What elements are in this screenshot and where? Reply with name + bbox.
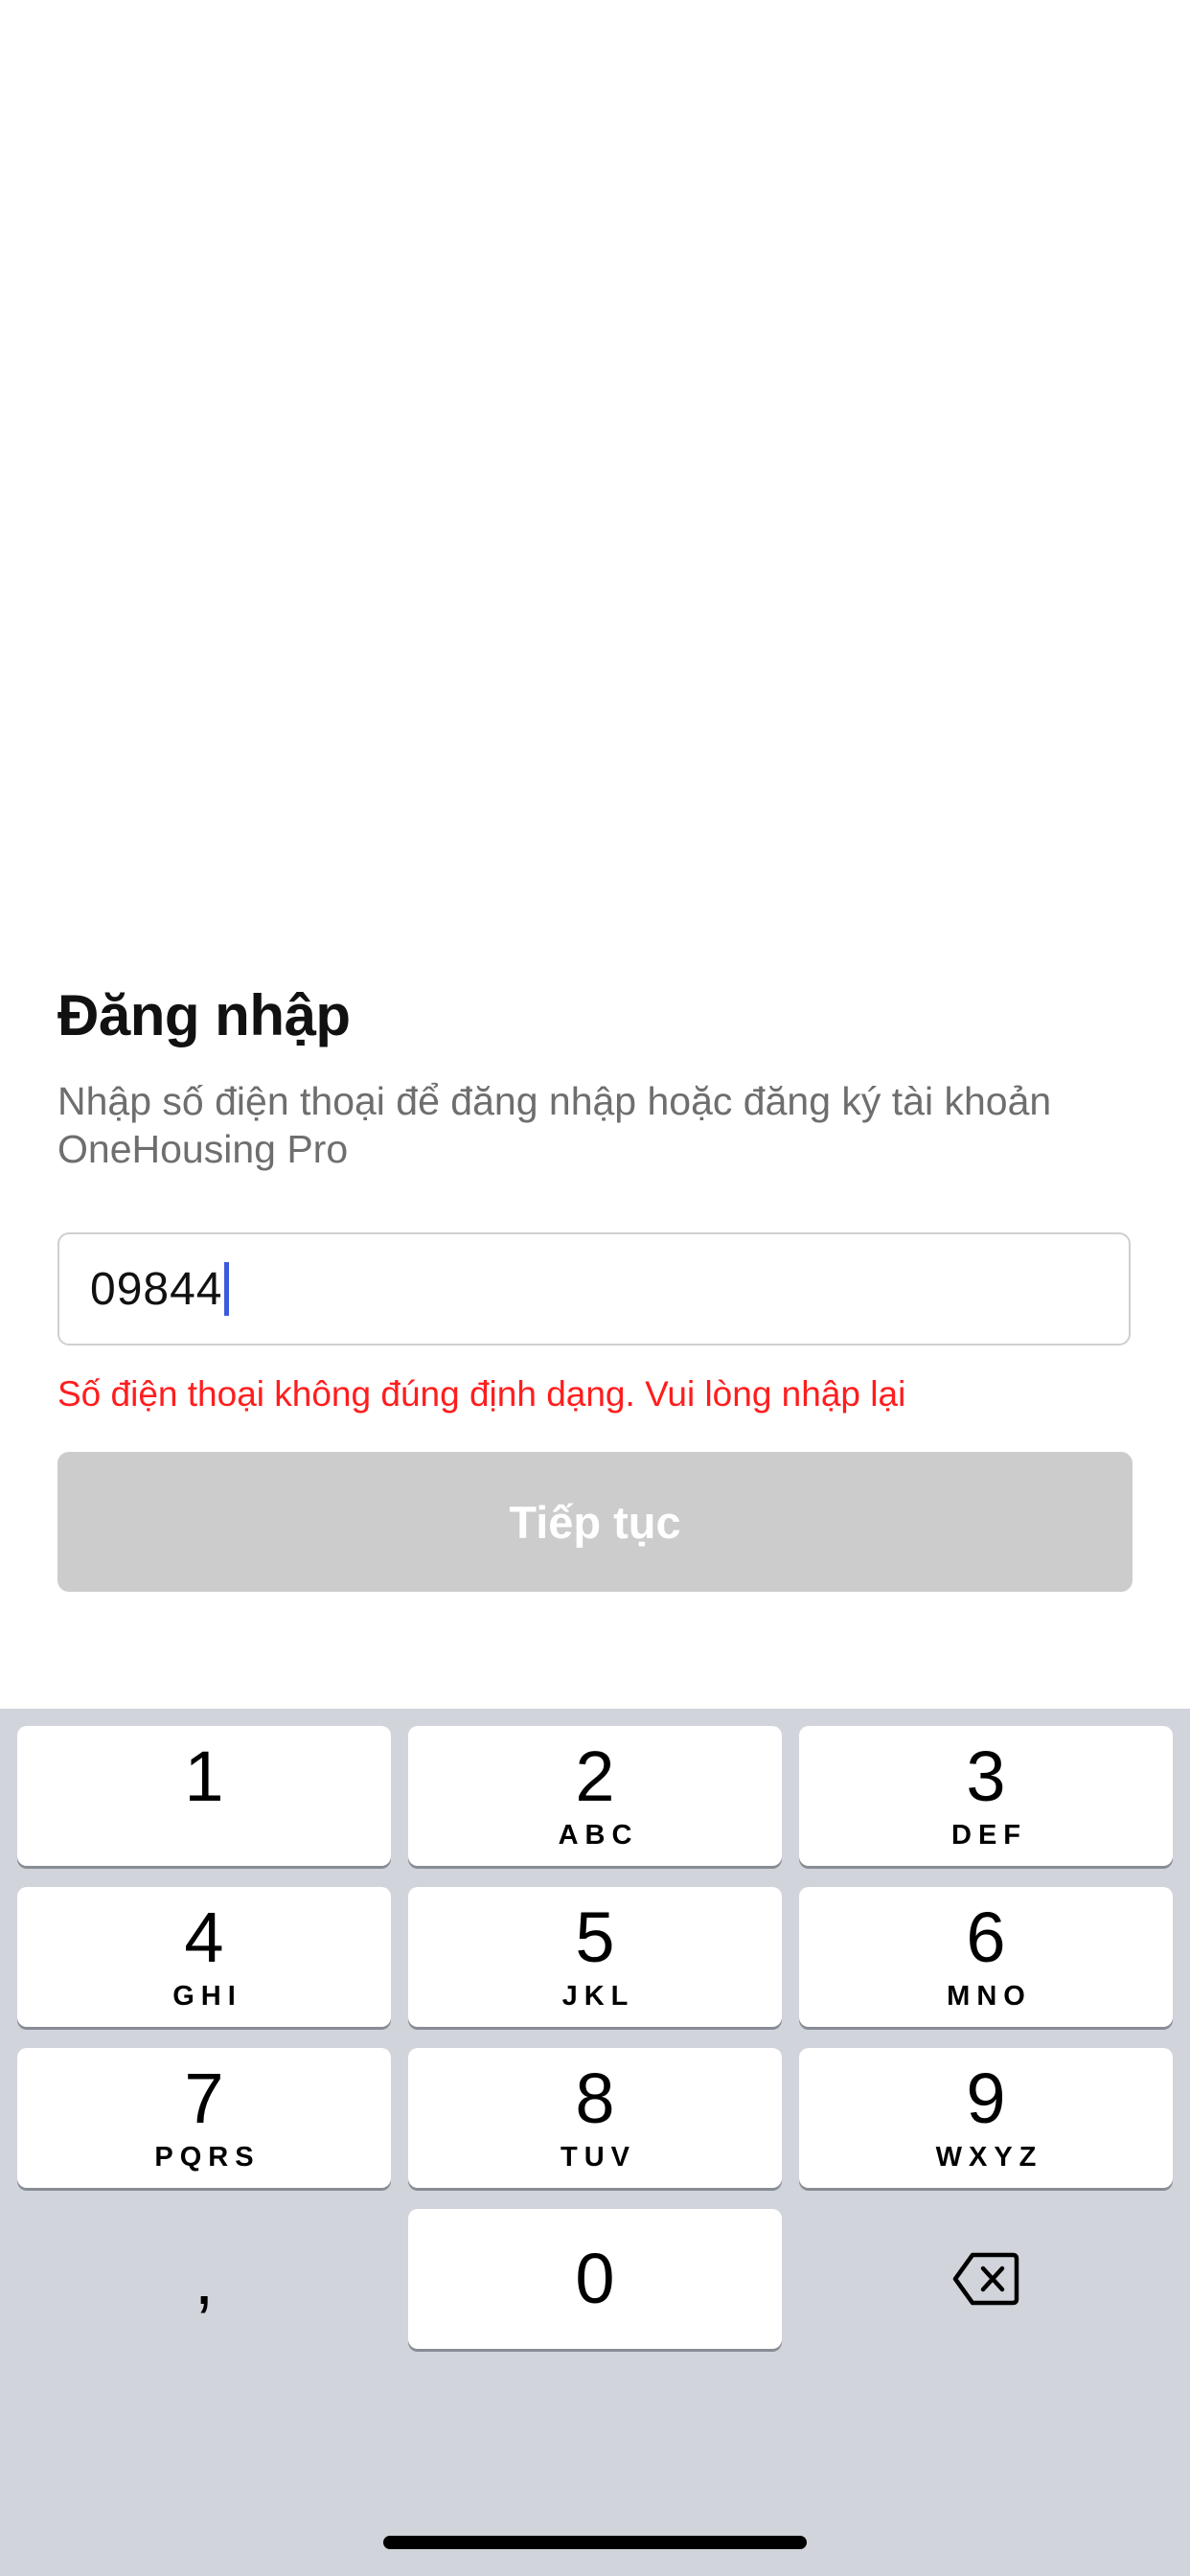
key-digit: 7 [184,2058,224,2138]
key-comma[interactable]: , [17,2209,391,2349]
delete-backspace-icon [952,2252,1019,2306]
key-digit: 9 [966,2058,1006,2138]
key-8[interactable]: 8 TUV [408,2048,782,2188]
key-2[interactable]: 2 ABC [408,1726,782,1866]
key-4[interactable]: 4 GHI [17,1887,391,2027]
phone-number-value: 09844 [90,1263,223,1315]
key-5[interactable]: 5 JKL [408,1887,782,2027]
error-message: Số điện thoại không đúng định dạng. Vui … [57,1374,906,1414]
key-9[interactable]: 9 WXYZ [799,2048,1173,2188]
key-letters: ABC [558,1820,639,1851]
key-letters: DEF [951,1820,1027,1851]
key-6[interactable]: 6 MNO [799,1887,1173,2027]
key-letters: WXYZ [935,2142,1043,2173]
key-digit: 8 [575,2058,615,2138]
key-digit: 5 [575,1898,615,1977]
delete-key[interactable] [799,2209,1173,2349]
key-digit: 4 [184,1898,224,1977]
key-letters: PQRS [154,2142,261,2173]
key-digit: 0 [575,2239,615,2318]
key-letters: GHI [172,1981,242,2012]
text-caret [224,1262,230,1316]
key-7[interactable]: 7 PQRS [17,2048,391,2188]
key-digit: 1 [184,1736,224,1816]
key-0[interactable]: 0 [408,2209,782,2349]
page-subtitle: Nhập số điện thoại để đăng nhập hoặc đăn… [57,1079,1052,1171]
continue-button[interactable]: Tiếp tục [57,1452,1133,1592]
numeric-keyboard: 1 2 ABC 3 DEF 4 GHI 5 JKL 6 MNO 7 PQRS 8… [0,1709,1190,2576]
home-indicator[interactable] [383,2536,807,2549]
key-1[interactable]: 1 [17,1726,391,1866]
key-letters: JKL [561,1981,635,2012]
key-digit: 6 [966,1898,1006,1977]
key-digit: 3 [966,1736,1006,1816]
key-digit: 2 [575,1736,615,1816]
key-letters: TUV [561,2142,636,2173]
phone-number-input[interactable]: 09844 [57,1232,1131,1346]
key-3[interactable]: 3 DEF [799,1726,1173,1866]
login-section: Đăng nhập Nhập số điện thoại để đăng nhậ… [57,968,1133,1592]
page-title: Đăng nhập [57,983,351,1047]
key-letters: MNO [947,1981,1032,2012]
